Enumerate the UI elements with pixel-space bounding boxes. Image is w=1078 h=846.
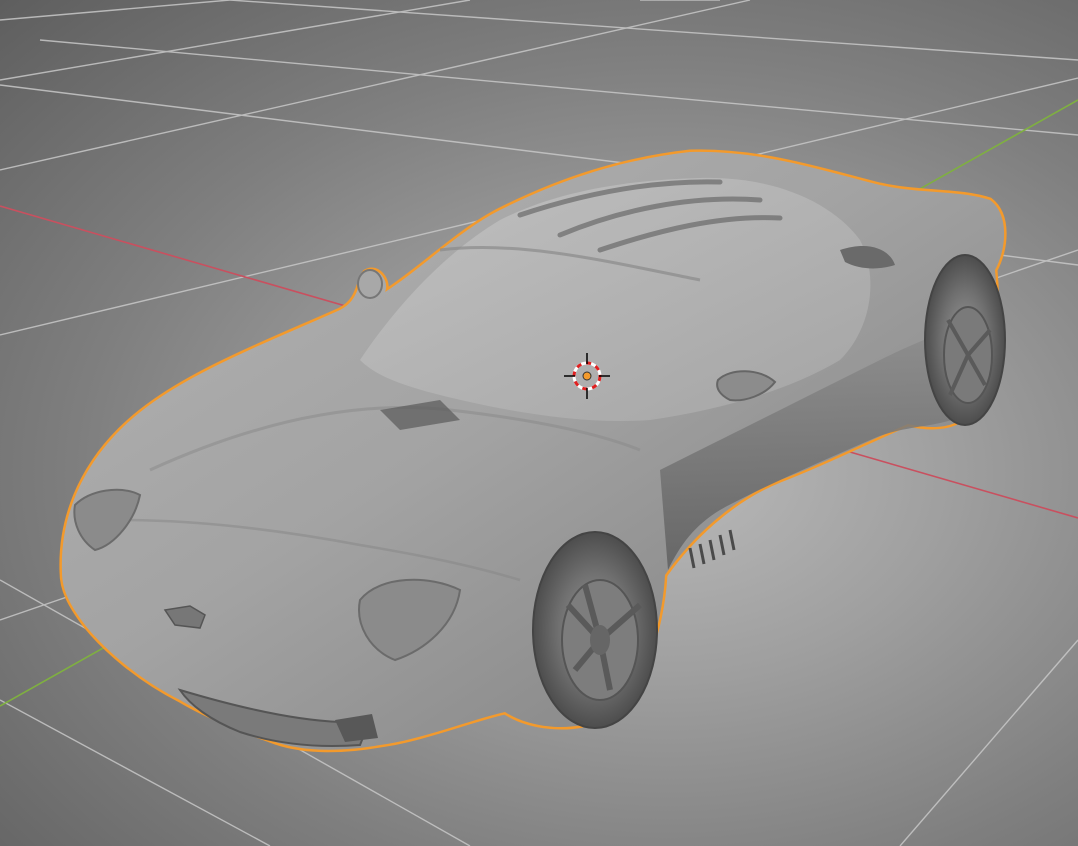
viewport-scene[interactable]: [0, 0, 1078, 846]
front-wheel: [532, 531, 658, 729]
mirror-left: [357, 269, 383, 299]
viewport-3d[interactable]: [0, 0, 1078, 846]
object-origin-icon: [582, 371, 592, 381]
rear-wheel: [924, 254, 1006, 426]
car-mesh[interactable]: [59, 149, 1007, 753]
